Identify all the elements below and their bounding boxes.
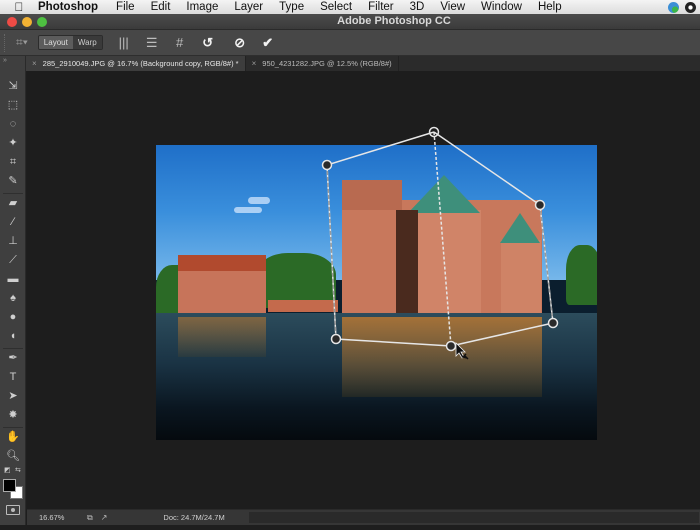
apple-icon[interactable]:  <box>12 0 26 14</box>
mac-menu-bar:  Photoshop File Edit Image Layer Type S… <box>0 0 700 14</box>
close-tab-icon[interactable]: × <box>252 59 257 68</box>
status-bar: 16.67% ⧉ ↗ Doc: 24.7M/24.7M ▶ <box>27 509 700 525</box>
image-cloud <box>234 207 262 213</box>
menu-image[interactable]: Image <box>186 0 218 14</box>
brush-tool-icon[interactable]: ∕ <box>4 214 22 230</box>
tab-document-1[interactable]: × 285_2910049.JPG @ 16.7% (Background co… <box>26 56 246 71</box>
eraser-tool-icon[interactable]: ▬ <box>4 271 22 287</box>
menu-window[interactable]: Window <box>481 0 522 14</box>
type-tool-icon[interactable]: T <box>4 369 22 385</box>
swap-colors-icon[interactable]: ⇆ <box>15 466 21 474</box>
warp-mode-button[interactable]: Warp <box>72 36 102 49</box>
custom-shape-tool-icon[interactable]: ✸ <box>4 407 22 423</box>
image-small-castle-roof <box>178 255 266 271</box>
options-bar: ⌗▾ Layout Warp ||| ☰ # ↺ ⊘ ✔ <box>0 30 700 56</box>
tab-label: 285_2910049.JPG @ 16.7% (Background copy… <box>42 59 239 68</box>
clone-stamp-tool-icon[interactable]: ⊥ <box>4 233 22 249</box>
dodge-tool-icon[interactable]: ◖ <box>4 328 22 344</box>
document-image[interactable] <box>156 145 597 440</box>
window-title: Adobe Photoshop CC <box>337 15 451 27</box>
options-bar-grip[interactable] <box>4 33 8 52</box>
menu-app-photoshop[interactable]: Photoshop <box>38 0 98 14</box>
image-castle-gable <box>342 180 402 210</box>
zoom-level[interactable]: 16.67% <box>39 513 79 522</box>
split-vertical-icon[interactable]: ||| <box>117 35 131 50</box>
close-tab-icon[interactable]: × <box>32 59 37 68</box>
image-small-spire <box>500 213 540 243</box>
toolbar-separator <box>3 348 23 349</box>
reset-icon[interactable]: ↺ <box>201 35 215 51</box>
tool-preset-icon[interactable]: ⌗▾ <box>16 35 28 50</box>
eyedropper-tool-icon[interactable]: ✎ <box>4 173 22 189</box>
menu-filter[interactable]: Filter <box>368 0 394 14</box>
toolbar-separator <box>3 193 23 194</box>
menu-3d[interactable]: 3D <box>410 0 425 14</box>
image-castle-spire <box>408 175 480 213</box>
collapse-toolbar-button[interactable]: » <box>0 56 25 66</box>
tab-document-2[interactable]: × 950_4231282.JPG @ 12.5% (RGB/8#) <box>246 56 399 71</box>
image-reflection <box>342 317 542 397</box>
image-reflection <box>178 317 266 357</box>
mode-segmented-control: Layout Warp <box>37 35 103 50</box>
hand-tool-icon[interactable]: ✋ <box>4 429 22 445</box>
document-tabs: × 285_2910049.JPG @ 16.7% (Background co… <box>26 56 700 71</box>
rectangular-marquee-tool-icon[interactable]: ⬚ <box>4 97 22 113</box>
history-brush-tool-icon[interactable]: ⟋ <box>4 252 22 268</box>
menu-edit[interactable]: Edit <box>151 0 171 14</box>
split-horizontal-icon[interactable]: ☰ <box>145 35 159 51</box>
path-selection-tool-icon[interactable]: ➤ <box>4 388 22 404</box>
magic-wand-tool-icon[interactable]: ✦ <box>4 135 22 151</box>
menu-view[interactable]: View <box>440 0 465 14</box>
quick-mask-icon[interactable] <box>6 505 20 515</box>
toolbar-separator <box>3 427 23 428</box>
menu-layer[interactable]: Layer <box>234 0 263 14</box>
foreground-color-swatch[interactable] <box>3 479 16 492</box>
time-machine-icon[interactable] <box>685 1 696 13</box>
image-castle-small-tower <box>501 240 541 320</box>
crop-tool-icon[interactable]: ⌗ <box>4 154 22 170</box>
image-castle-shadow <box>396 210 418 315</box>
image-cloud <box>248 197 270 204</box>
paint-bucket-tool-icon[interactable]: ♠ <box>4 290 22 306</box>
menu-type[interactable]: Type <box>279 0 304 14</box>
menu-help[interactable]: Help <box>538 0 562 14</box>
tab-label: 950_4231282.JPG @ 12.5% (RGB/8#) <box>262 59 392 68</box>
share-icon[interactable]: ↗ <box>101 513 108 522</box>
move-tool-icon[interactable]: ⇲ <box>4 78 22 94</box>
horizontal-scrollbar[interactable] <box>249 512 699 523</box>
image-trees <box>566 245 597 305</box>
spot-healing-tool-icon[interactable]: ▰ <box>4 195 22 211</box>
cloud-sync-status-icon[interactable]: ⧉ <box>87 513 93 523</box>
split-grid-icon[interactable]: # <box>173 35 187 50</box>
creative-cloud-sync-icon[interactable] <box>668 1 679 13</box>
blur-tool-icon[interactable]: ● <box>4 309 22 325</box>
commit-icon[interactable]: ✔ <box>261 35 275 51</box>
zoom-tool-icon[interactable]: 🔍︎ <box>4 448 22 464</box>
cancel-icon[interactable]: ⊘ <box>233 35 247 51</box>
lasso-tool-icon[interactable]: ◌ <box>4 116 22 132</box>
pen-tool-icon[interactable]: ✒ <box>4 350 22 366</box>
menu-file[interactable]: File <box>116 0 135 14</box>
image-wall <box>268 300 338 312</box>
layout-mode-button[interactable]: Layout <box>38 36 73 49</box>
window-title-bar: Adobe Photoshop CC <box>0 14 700 30</box>
default-colors-icon[interactable]: ◩ <box>4 466 11 474</box>
menu-select[interactable]: Select <box>320 0 352 14</box>
